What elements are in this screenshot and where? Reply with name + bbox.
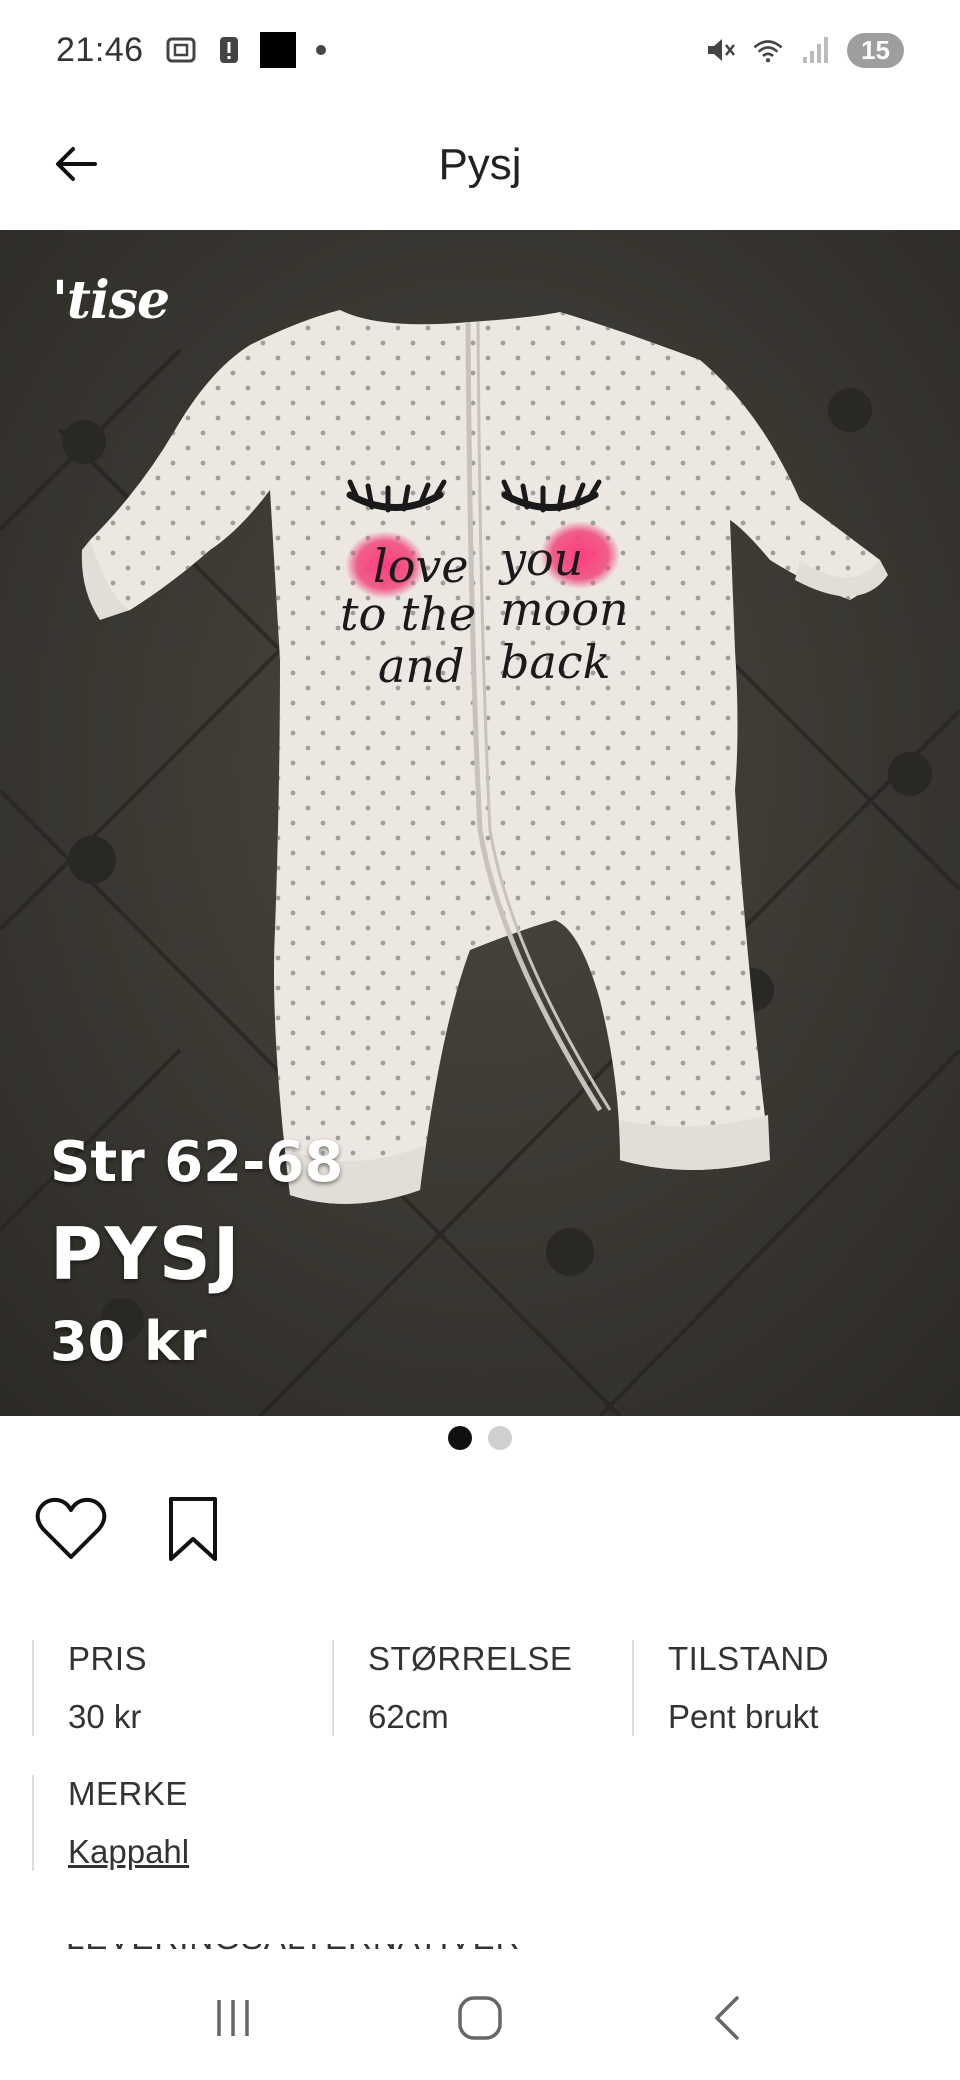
status-bar: 21:46 15 <box>0 0 960 100</box>
mute-icon <box>703 33 737 67</box>
print-text-right-1: you <box>498 532 583 586</box>
status-left-icons <box>164 32 326 68</box>
detail-price: PRIS 30 kr <box>32 1640 332 1736</box>
pager-dot-2[interactable] <box>488 1426 512 1450</box>
detail-brand-label: MERKE <box>68 1775 188 1812</box>
print-text-right-3: back <box>500 635 611 689</box>
arrow-left-icon <box>56 147 97 181</box>
battery-badge: 15 <box>847 32 904 68</box>
wifi-icon <box>751 33 785 67</box>
pager-dot-1[interactable] <box>448 1426 472 1450</box>
back-button[interactable] <box>46 134 106 194</box>
page-title: Pysj <box>438 140 522 189</box>
print-text-right-2: moon <box>500 582 629 636</box>
back-icon <box>714 1996 739 2040</box>
signal-icon <box>799 33 833 67</box>
system-back-button[interactable] <box>687 1978 767 2058</box>
details-row-2: MERKE Kappahl <box>32 1775 932 1871</box>
detail-size-value: 62cm <box>368 1698 449 1735</box>
overlay-size: Str 62-68 <box>50 1130 344 1195</box>
detail-condition: TILSTAND Pent brukt <box>632 1640 932 1736</box>
listing-image-carousel[interactable]: love to the and you moon back 'tise Str … <box>0 230 960 1416</box>
recent-apps-button[interactable] <box>193 1978 273 2058</box>
detail-condition-value: Pent brukt <box>668 1698 819 1735</box>
dot-icon <box>315 45 326 55</box>
alert-icon <box>212 33 246 67</box>
overlay-price: 30 kr <box>50 1310 207 1373</box>
system-nav-bar <box>0 1956 960 2080</box>
home-button[interactable] <box>440 1978 520 2058</box>
save-button[interactable] <box>154 1490 232 1568</box>
detail-price-value: 30 kr <box>68 1698 142 1735</box>
print-text-left-2: to the <box>340 587 476 641</box>
detail-brand: MERKE Kappahl <box>32 1775 352 1871</box>
recent-apps-icon <box>217 2000 250 2036</box>
carousel-pager <box>0 1426 960 1450</box>
brand-link[interactable]: Kappahl <box>68 1833 352 1871</box>
bookmark-icon <box>169 1497 217 1561</box>
detail-condition-label: TILSTAND <box>668 1640 830 1677</box>
status-right-icons: 15 <box>703 32 904 68</box>
tise-watermark-logo: 'tise <box>52 270 170 331</box>
screenshot-icon <box>164 33 198 67</box>
app-header: Pysj <box>0 100 960 230</box>
heart-icon <box>35 1497 107 1559</box>
detail-size-label: STØRRELSE <box>368 1640 573 1677</box>
print-text-left-1: love <box>373 539 469 593</box>
detail-size: STØRRELSE 62cm <box>332 1640 632 1736</box>
detail-price-label: PRIS <box>68 1640 148 1677</box>
status-time: 21:46 <box>56 30 144 69</box>
like-button[interactable] <box>32 1490 110 1568</box>
listing-actions <box>32 1490 232 1568</box>
overlay-name: PYSJ <box>50 1212 242 1296</box>
details-row-1: PRIS 30 kr STØRRELSE 62cm TILSTAND Pent … <box>32 1640 932 1736</box>
print-text-left-3: and <box>378 639 465 693</box>
home-icon <box>458 1996 502 2040</box>
app-thumbnail-icon <box>259 32 296 68</box>
